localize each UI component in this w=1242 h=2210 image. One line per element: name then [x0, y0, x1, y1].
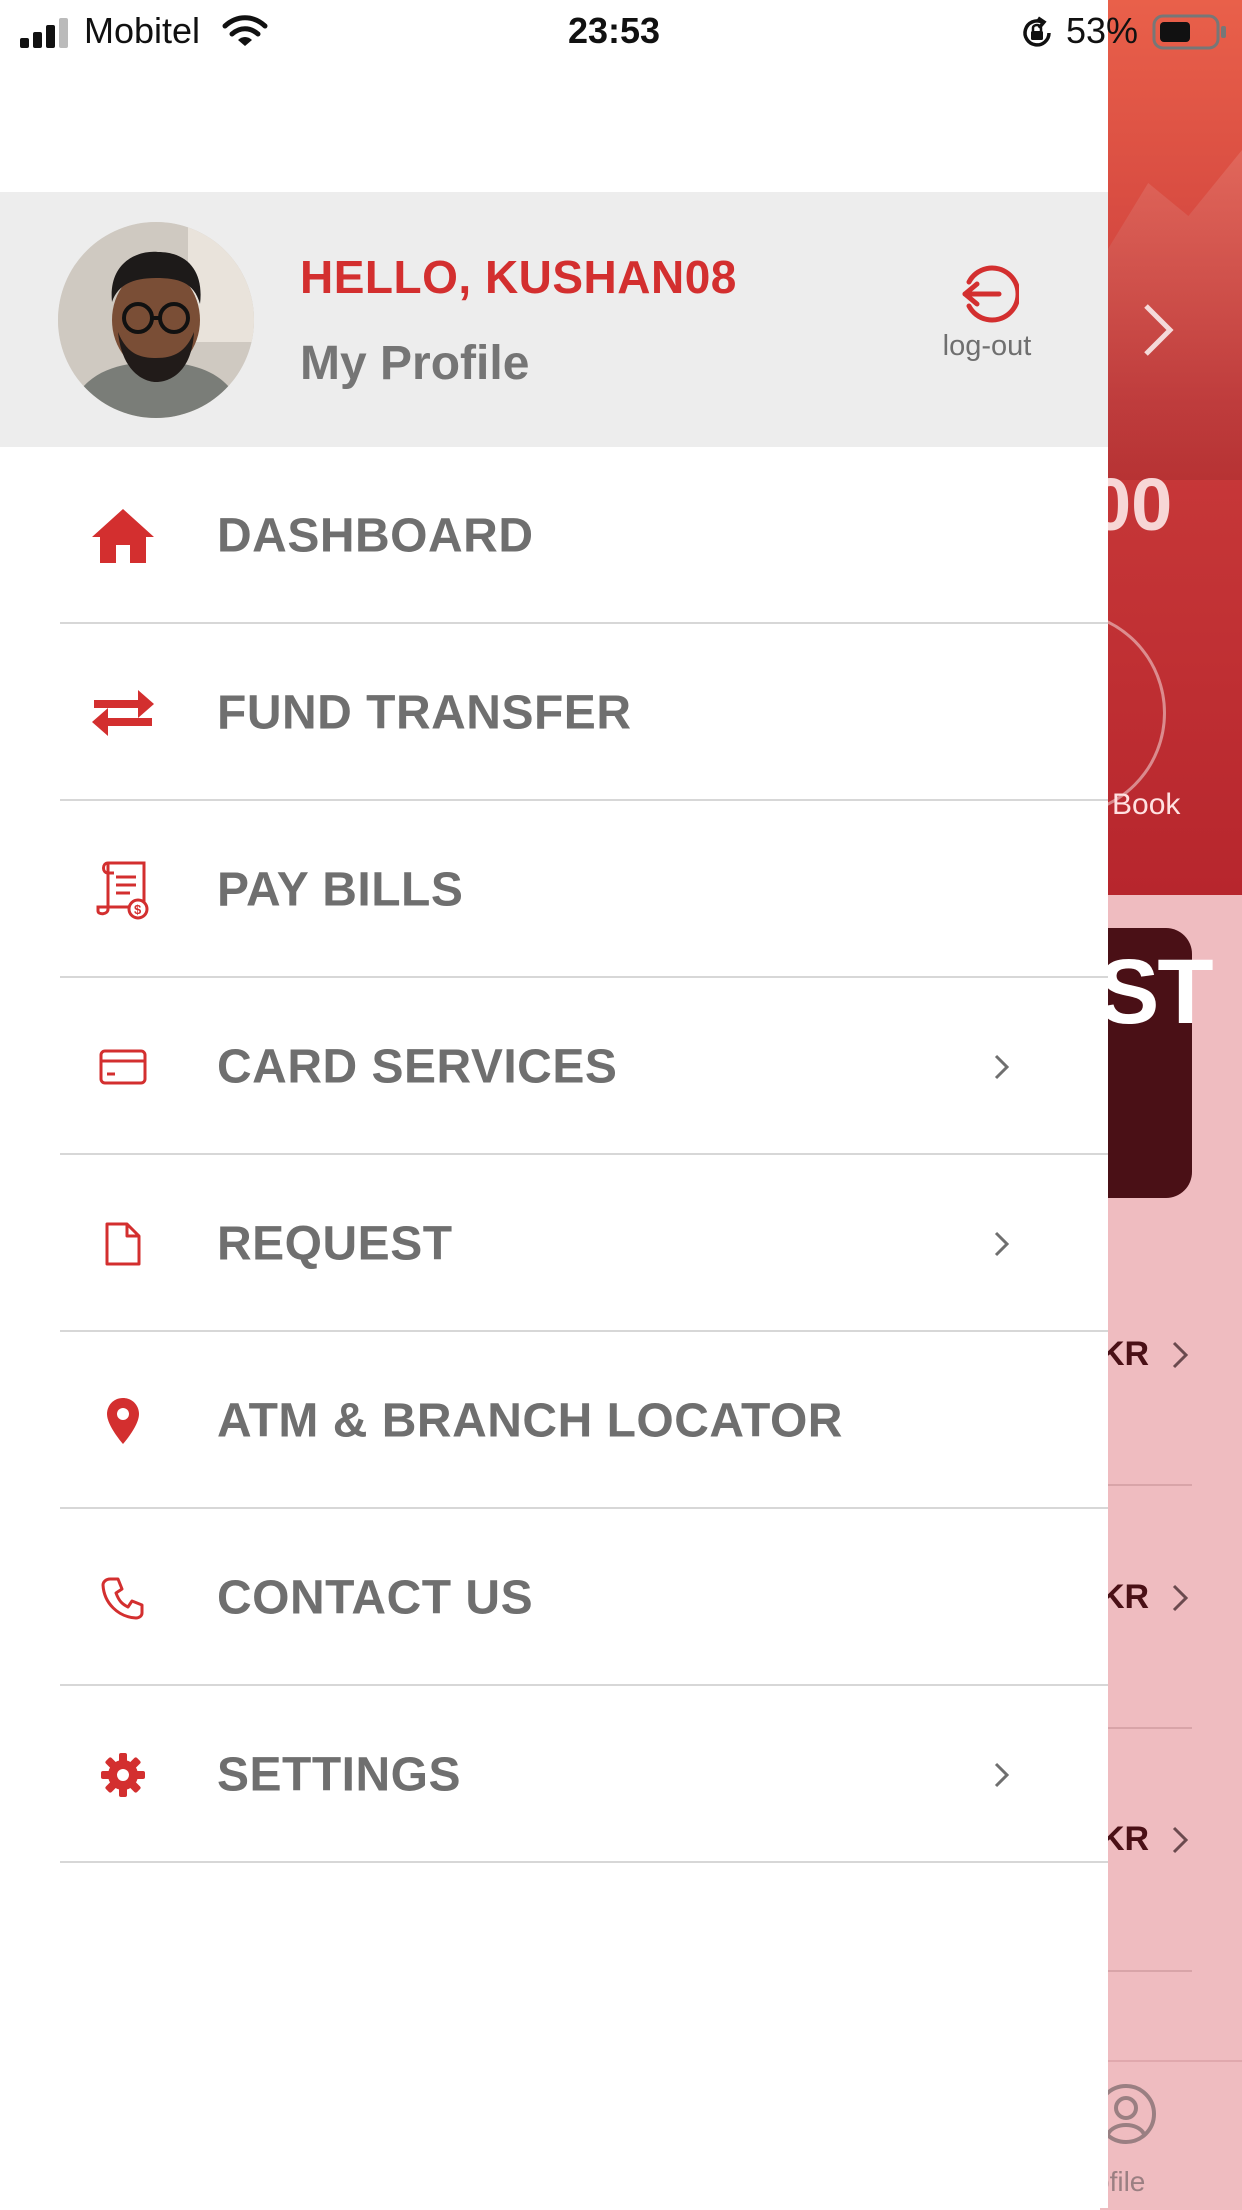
orientation-lock-icon — [1023, 16, 1051, 47]
background-divider — [1108, 1484, 1192, 1486]
menu-item-label: FUND TRANSFER — [217, 686, 632, 739]
background-book-label: Book — [1112, 788, 1181, 821]
svg-text:$: $ — [134, 902, 142, 917]
wifi-icon — [222, 15, 268, 46]
menu-item-settings[interactable]: SETTINGS — [0, 1686, 1108, 1863]
menu-item-pay-bills[interactable]: $ PAY BILLS — [0, 801, 1108, 978]
status-bar: Mobitel 23:53 53% — [0, 0, 1242, 64]
profile-header: HELLO, KUSHAN08 My Profile log-out — [0, 192, 1108, 447]
phone-icon — [88, 1563, 158, 1633]
card-icon — [88, 1032, 158, 1102]
carrier-name: Mobitel — [84, 10, 201, 51]
chevron-right-icon — [994, 1762, 1010, 1787]
menu-item-label: SETTINGS — [217, 1748, 462, 1801]
chevron-right-icon — [1144, 304, 1174, 356]
divider — [60, 1861, 1108, 1863]
menu-item-contact-us[interactable]: CONTACT US — [0, 1509, 1108, 1686]
menu-item-request[interactable]: REQUEST — [0, 1155, 1108, 1332]
menu-item-label: CONTACT US — [217, 1571, 534, 1624]
logout-button[interactable]: log-out — [930, 262, 1044, 363]
my-profile-link[interactable]: My Profile — [300, 336, 529, 391]
chevron-right-icon — [1172, 1826, 1189, 1854]
greeting: HELLO, KUSHAN08 — [300, 251, 737, 303]
gear-icon — [88, 1740, 158, 1810]
menu-item-label: REQUEST — [217, 1217, 453, 1270]
menu-item-label: ATM & BRANCH LOCATOR — [217, 1394, 843, 1447]
drawer-menu: DASHBOARD FUND TRANSFER $ PAY BILLS CARD… — [0, 447, 1108, 1863]
home-icon — [88, 501, 158, 571]
menu-item-dashboard[interactable]: DASHBOARD — [0, 447, 1108, 624]
menu-item-atm-branch-locator[interactable]: ATM & BRANCH LOCATOR — [0, 1332, 1108, 1509]
chevron-right-icon — [994, 1231, 1010, 1256]
location-pin-icon — [88, 1386, 158, 1456]
avatar-photo — [58, 222, 254, 418]
menu-item-label: CARD SERVICES — [217, 1040, 618, 1093]
logout-icon — [962, 265, 1019, 323]
menu-item-label: DASHBOARD — [217, 509, 534, 562]
navigation-drawer: HELLO, KUSHAN08 My Profile log-out DASHB… — [0, 0, 1108, 2208]
battery-icon — [1152, 14, 1226, 50]
chevron-right-icon — [994, 1054, 1010, 1079]
background-divider — [1108, 1727, 1192, 1729]
signal-icon — [20, 18, 68, 48]
document-icon — [88, 1209, 158, 1279]
bill-icon: $ — [88, 855, 158, 925]
battery-percentage: 53% — [1066, 10, 1139, 51]
chevron-right-icon — [1172, 1584, 1189, 1612]
chevron-right-icon — [1172, 1341, 1189, 1369]
background-divider — [1108, 1970, 1192, 1972]
transfer-icon — [88, 678, 158, 748]
menu-item-label: PAY BILLS — [217, 863, 464, 916]
logout-label: log-out — [942, 330, 1032, 362]
clock: 23:53 — [568, 10, 661, 51]
menu-item-fund-transfer[interactable]: FUND TRANSFER — [0, 624, 1108, 801]
background-promo-text: ST — [1098, 941, 1214, 1043]
menu-item-card-services[interactable]: CARD SERVICES — [0, 978, 1108, 1155]
avatar[interactable] — [58, 222, 254, 418]
